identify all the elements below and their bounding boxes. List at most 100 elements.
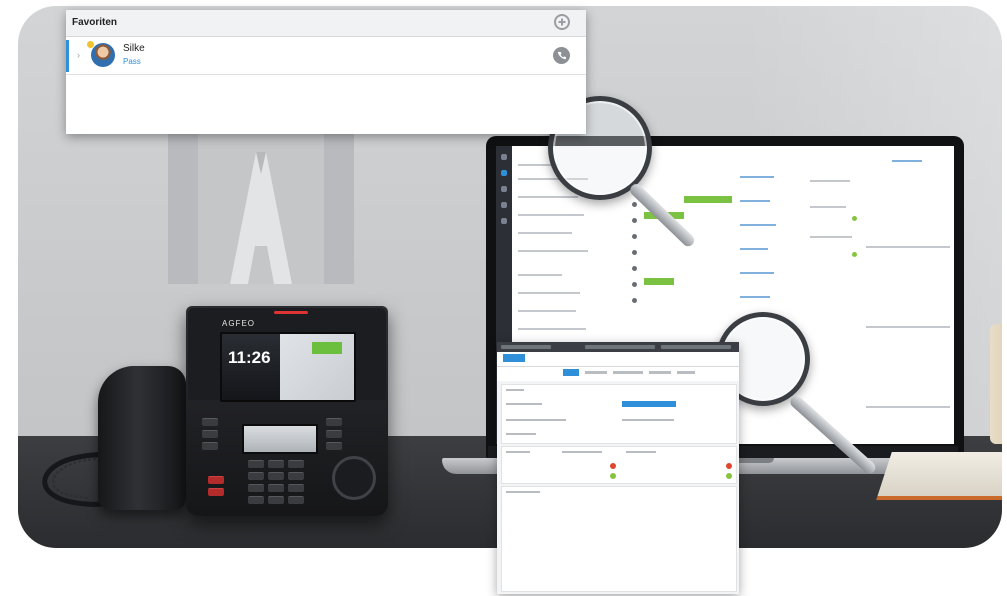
placeholder-text [892,160,922,162]
phone-main-display: 11:26 [220,332,356,402]
status-dot [632,282,637,287]
menu-item[interactable] [585,371,607,374]
placeholder-text [866,406,950,408]
placeholder-text [866,326,950,328]
hangup-icon[interactable] [726,463,732,469]
details-section [501,384,737,444]
phone-dial-key [248,484,264,492]
phone-function-key [202,442,218,450]
phone-dial-key [268,496,284,504]
placeholder-text [866,246,950,248]
active-tab[interactable] [503,354,525,362]
status-dot [852,252,857,257]
phone-function-key [326,418,342,426]
placeholder-text [506,433,536,435]
phone-dial-key [268,484,284,492]
answer-icon[interactable] [610,473,616,479]
placeholder-text [506,403,542,405]
phone-dial-key [288,472,304,480]
placeholder-text [518,250,588,252]
menu-item[interactable] [563,369,579,376]
plus-circle-icon[interactable] [554,14,570,30]
contact-name: Silke [123,43,145,54]
phone-dial-key [288,460,304,468]
phone-hangup-key [208,488,224,496]
phone-dial-key [288,496,304,504]
phone-dial-key [268,472,284,480]
active-call-indicator [684,196,732,203]
sidebar-nav-item [501,170,507,176]
placeholder-text [506,491,540,493]
sidebar-nav-item [501,218,507,224]
answer-icon[interactable] [726,473,732,479]
phone-time-readout: 11:26 [228,348,271,367]
window-titlebar [497,342,739,352]
active-call-indicator [644,278,674,285]
favourite-contact-row[interactable]: › Silke Pass [66,40,586,72]
placeholder-text [506,419,566,421]
pen-holder [990,324,1002,444]
phone-dial-key [288,484,304,492]
phone-brand-label: AGFEO [222,319,256,328]
titlebar-segment [661,345,731,349]
placeholder-text [740,176,774,178]
phone-function-key [326,430,342,438]
phone-secondary-display [242,424,318,454]
status-dot [632,250,637,255]
favourites-widget: Favoriten › Silke Pass [66,10,586,134]
placeholder-text [810,206,846,208]
favourites-header: Favoriten [66,10,586,37]
phone-dial-key [248,460,264,468]
phone-icon[interactable] [553,47,570,64]
details-panel [804,156,863,444]
menu-item[interactable] [613,371,643,374]
placeholder-text [740,272,774,274]
placeholder-text [506,451,530,453]
window-tabbar [497,352,739,367]
contact-status: Pass [123,57,141,66]
placeholder-text [518,274,562,276]
placeholder-text [518,196,578,198]
status-dot [632,218,637,223]
agfeo-a-logo [168,134,354,284]
menu-item[interactable] [649,371,671,374]
notebook [876,452,1002,500]
hangup-icon[interactable] [610,463,616,469]
placeholder-text [740,224,776,226]
phone-display-green-tab [312,342,342,354]
notes-section [501,486,737,592]
phone-led [274,311,308,314]
placeholder-text [562,451,602,453]
menu-item[interactable] [677,371,695,374]
placeholder-text [740,248,768,250]
placeholder-text [518,310,576,312]
placeholder-text [518,328,586,330]
placeholder-text [740,200,770,202]
phone-hangup-key [208,476,224,484]
sidebar-nav-item [501,154,507,160]
placeholder-text [518,214,584,216]
phone-navigation-ring [332,456,376,500]
placeholder-text [626,451,656,453]
phone-function-key [202,418,218,426]
calendar-panel [862,156,954,444]
placeholder-text [506,389,524,391]
phone-head: AGFEO 11:26 [188,308,386,402]
status-dot [632,234,637,239]
phone-function-key [202,430,218,438]
window-menu [497,367,739,381]
titlebar-segment [585,345,655,349]
phone-dial-key [248,472,264,480]
favourites-title: Favoriten [72,17,118,28]
phone-handset [98,366,186,510]
status-dot [852,216,857,221]
selected-field[interactable] [622,401,676,407]
placeholder-text [622,419,674,421]
phone-dial-key [268,460,284,468]
avatar [91,43,115,67]
placeholder-text [810,180,850,182]
chevron-right-icon[interactable]: › [77,50,80,60]
titlebar-segment [501,345,551,349]
phone-dial-key [248,496,264,504]
presence-indicator [87,41,94,48]
